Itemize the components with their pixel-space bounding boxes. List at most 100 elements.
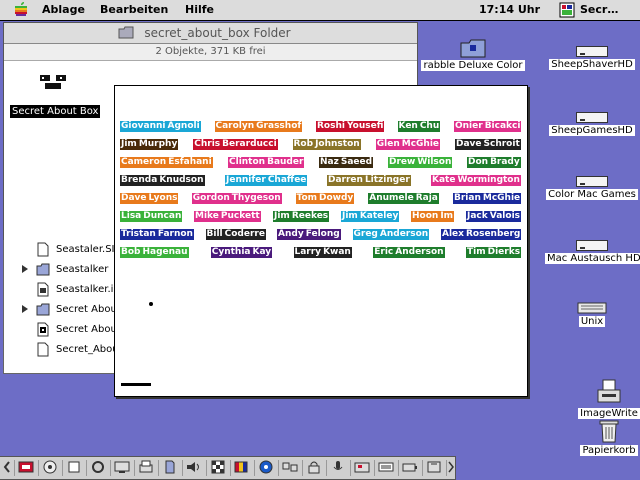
credit-first-name: Tim — [466, 247, 487, 258]
desktop-icon-sheepshaverhd[interactable]: SheepShaverHD — [545, 46, 639, 70]
credit-name-tag: Jim Murphy — [120, 139, 179, 150]
credit-last-name: Schroit — [482, 139, 521, 150]
speaker-icon — [187, 462, 199, 472]
monitor-icon — [92, 461, 104, 473]
paddle[interactable] — [121, 383, 151, 386]
strip-keychain-button[interactable] — [302, 460, 325, 476]
credit-name-tag: Clinton Bauder — [228, 157, 305, 168]
strip-monitor-depth-button[interactable] — [230, 460, 253, 476]
credit-first-name: Jack — [466, 211, 489, 222]
desktop-icon-label: rabble Deluxe Color — [421, 60, 525, 71]
strip-web-sharing-button[interactable] — [278, 460, 301, 476]
credit-first-name: Dave — [455, 139, 483, 150]
credit-first-name: Bill — [205, 229, 224, 240]
credit-name-tag: Alex Rosenberg — [441, 229, 522, 240]
menu-bearbeiten[interactable]: Bearbeiten — [100, 3, 168, 16]
apple-menu-icon[interactable] — [14, 2, 28, 17]
strip-speech-button[interactable] — [326, 460, 349, 476]
credit-last-name: Yousefi — [345, 121, 385, 132]
strip-remote-access-button[interactable] — [350, 460, 373, 476]
lock-icon — [308, 461, 320, 474]
menu-ablage[interactable]: Ablage — [42, 3, 85, 16]
list-item[interactable]: Secret_About — [4, 340, 123, 360]
strip-file-sharing-button[interactable] — [62, 460, 85, 476]
credit-last-name: Reekes — [290, 211, 330, 222]
credit-last-name: Bicakci — [483, 121, 522, 132]
menu-hilfe[interactable]: Hilfe — [185, 3, 214, 16]
desktop-icon-mac-austausch-hd[interactable]: Mac Austausch HD — [545, 240, 640, 264]
secret-about-box-label[interactable]: Secret About Box — [10, 105, 101, 118]
printer-icon — [139, 460, 153, 473]
desktop-icon-label: Color Mac Games — [546, 189, 638, 200]
credit-name-tag: Tom Dowdy — [295, 193, 355, 204]
desktop-icon-sheepgameshd[interactable]: SheepGamesHD — [545, 112, 639, 136]
credit-name-tag: Drew Wilson — [388, 157, 453, 168]
desktop-icon-label: SheepGamesHD — [549, 125, 635, 136]
menu-clock[interactable]: 17:14 Uhr — [479, 3, 540, 16]
list-item[interactable]: Secret About — [4, 300, 121, 320]
desktop-icon-imagewriter[interactable]: ImageWrite — [578, 378, 640, 419]
strip-file-button[interactable] — [158, 460, 181, 476]
hard-drive-icon — [576, 176, 608, 187]
document-icon — [37, 242, 49, 257]
credit-first-name: Eric — [373, 247, 395, 258]
list-item[interactable]: Seastaler.SIT — [4, 240, 121, 260]
desktop-icon-trash[interactable]: Papierkorb — [578, 418, 640, 456]
credit-name-tag: Lisa Duncan — [120, 211, 183, 222]
credit-name-tag: Greg Anderson — [352, 229, 430, 240]
list-item[interactable]: Seastalker — [4, 260, 119, 280]
list-window: Seastaler.SIT Seastalker Seastalker.i Se… — [3, 240, 123, 374]
credit-first-name: Jennifer — [225, 175, 267, 186]
list-item[interactable]: Seastalker.i — [4, 280, 119, 300]
desktop-icon-unix[interactable]: Unix — [560, 302, 624, 327]
credit-first-name: Rob — [292, 139, 315, 150]
strip-monitor-button[interactable] — [110, 460, 133, 476]
strip-printer-button[interactable] — [134, 460, 157, 476]
strip-appletalk-button[interactable] — [14, 460, 37, 476]
strip-sound-volume-button[interactable] — [182, 460, 205, 476]
strip-colors-button[interactable] — [206, 460, 229, 476]
disclosure-triangle-icon[interactable] — [22, 305, 28, 313]
trash-icon — [599, 420, 619, 443]
credit-last-name: Esfahani — [167, 157, 213, 168]
network-icon — [18, 461, 34, 473]
credit-first-name: Anumele — [368, 193, 415, 204]
credit-name-tag: Don Brady — [467, 157, 521, 168]
credit-first-name: Larry — [293, 247, 323, 258]
credit-first-name: Chris — [193, 139, 222, 150]
strip-quicktime-button[interactable] — [254, 460, 277, 476]
credit-last-name: Kateley — [358, 211, 400, 222]
credit-last-name: Agnoli — [166, 121, 201, 132]
credit-last-name: Grasshof — [255, 121, 303, 132]
window-title-bar[interactable]: secret_about_box Folder — [4, 23, 417, 44]
credit-last-name: Lyons — [147, 193, 179, 204]
desktop-icon-scrabble[interactable]: rabble Deluxe Color — [420, 38, 526, 71]
folder-icon — [118, 26, 134, 39]
strip-location-button[interactable] — [86, 460, 109, 476]
strip-tab-handle[interactable] — [446, 460, 455, 476]
credit-name-tag: Darren Litzinger — [327, 175, 411, 186]
desktop-icon-label: Mac Austausch HD — [545, 253, 640, 264]
credit-first-name: Cynthia — [210, 247, 252, 258]
strip-collapse-button[interactable] — [2, 460, 12, 476]
credit-last-name: Dierks — [486, 247, 522, 258]
list-item-label: Seastaler.SIT — [56, 244, 121, 255]
application-menu-icon[interactable] — [559, 2, 575, 18]
color-depth-icon — [234, 461, 248, 473]
credit-first-name: Giovanni — [120, 121, 167, 132]
credit-first-name: Naz — [319, 157, 340, 168]
credit-last-name: Berarducci — [221, 139, 278, 150]
application-menu-label[interactable]: Secr… — [580, 3, 618, 16]
desktop-icon-label: Papierkorb — [580, 445, 638, 456]
credit-name-tag: Tristan Farnon — [120, 229, 194, 240]
strip-cd-button[interactable] — [38, 460, 61, 476]
secret-about-box-app-icon[interactable] — [38, 73, 70, 93]
strip-disk-button[interactable] — [422, 460, 445, 476]
desktop-icon-color-mac-games[interactable]: Color Mac Games — [545, 176, 639, 200]
strip-battery-button[interactable] — [398, 460, 421, 476]
list-item[interactable]: Secret About — [4, 320, 121, 340]
credit-first-name: Tom — [295, 193, 319, 204]
disclosure-triangle-icon[interactable] — [22, 265, 28, 273]
strip-energy-button[interactable] — [374, 460, 397, 476]
credit-first-name: Brian — [453, 193, 482, 204]
